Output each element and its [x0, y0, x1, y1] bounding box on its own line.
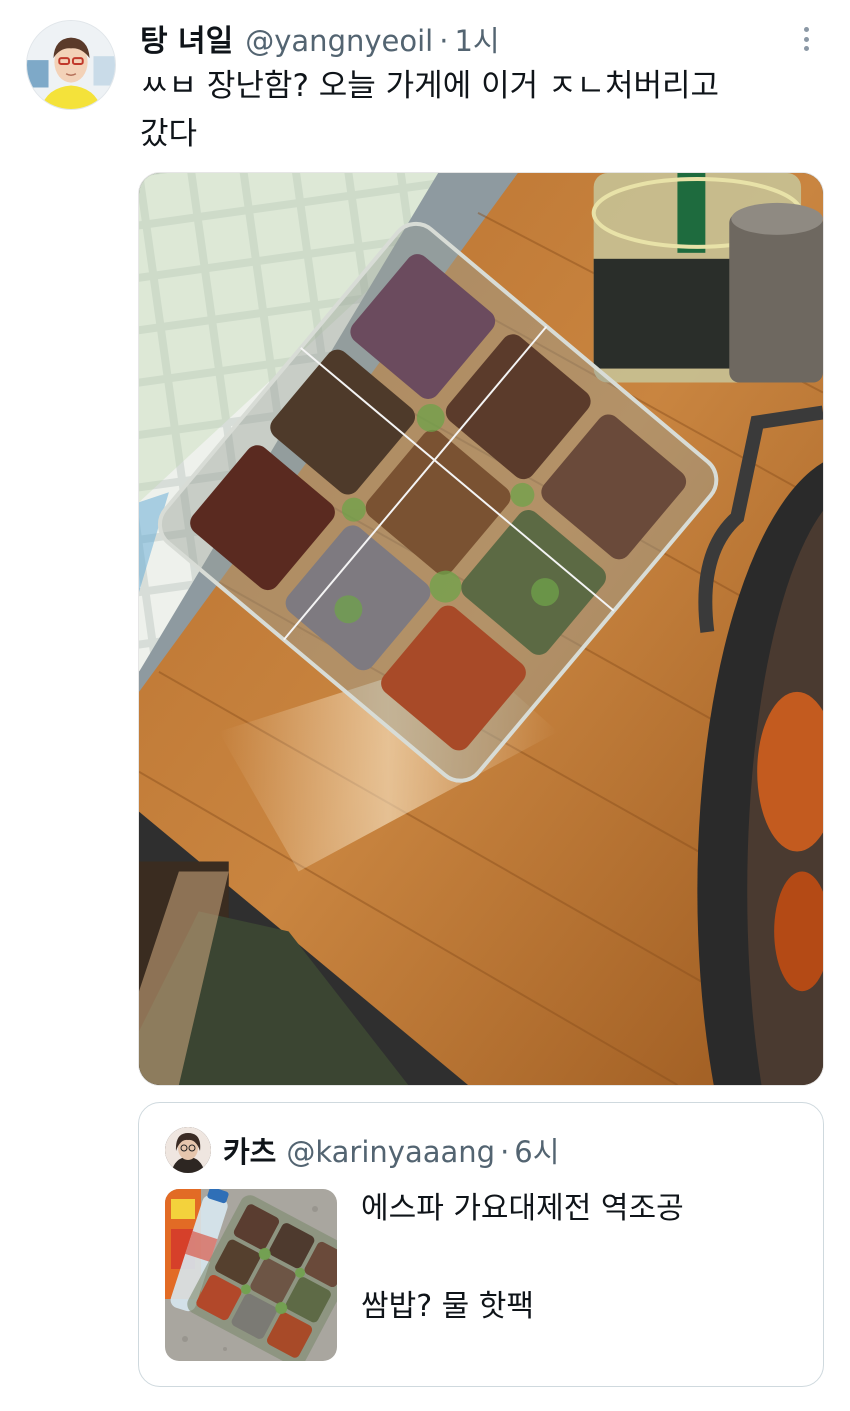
quoted-author-avatar[interactable]	[165, 1127, 211, 1173]
quoted-author-handle[interactable]: @karinyaaang	[286, 1135, 495, 1169]
quoted-tweet[interactable]: 카츠 @karinyaaang · 6시 에스파 가요대제전 역조공 쌈밥? 물…	[138, 1102, 824, 1387]
quoted-tweet-text: 에스파 가요대제전 역조공	[361, 1191, 684, 1226]
quoted-tweet-timestamp[interactable]: 6시	[514, 1129, 559, 1171]
tweet-timestamp[interactable]: 1시	[454, 18, 499, 60]
author-handle[interactable]: @yangnyeoil	[245, 24, 433, 58]
tweet-text: ㅆㅂ 장난함? 오늘 가게에 이거 ㅈㄴ처버리고 갔다	[140, 62, 830, 158]
quoted-tweet-header: 카츠 @karinyaaang · 6시	[223, 1129, 559, 1171]
separator-dot: ·	[439, 24, 449, 58]
quoted-tweet-photo[interactable]	[165, 1189, 337, 1361]
author-avatar[interactable]	[26, 20, 116, 110]
tweet-header: 탕 녀일 @yangnyeoil · 1시	[140, 16, 500, 60]
tweet-text-line: 갔다	[140, 116, 198, 152]
more-vertical-icon[interactable]	[796, 24, 816, 54]
tweet[interactable]: 탕 녀일 @yangnyeoil · 1시 ㅆㅂ 장난함? 오늘 가게에 이거 …	[0, 0, 850, 1411]
author-name[interactable]: 탕 녀일	[140, 16, 233, 60]
tweet-text-line: ㅆㅂ 장난함? 오늘 가게에 이거 ㅈㄴ처버리고	[140, 68, 720, 104]
separator-dot: ·	[500, 1135, 510, 1169]
tweet-photo[interactable]	[138, 172, 824, 1086]
quoted-tweet-text: 쌈밥? 물 핫팩	[361, 1289, 534, 1324]
quoted-author-name[interactable]: 카츠	[223, 1129, 276, 1171]
